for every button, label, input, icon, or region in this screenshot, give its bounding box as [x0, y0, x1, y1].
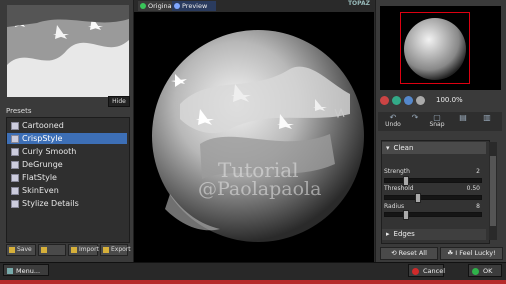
- preset-icon: [11, 134, 19, 143]
- preset-icon: [11, 173, 19, 182]
- save-preset-button[interactable]: Save: [6, 244, 36, 256]
- preset-label: Stylize Details: [22, 199, 79, 208]
- preset-icon: [11, 147, 19, 156]
- preset-item[interactable]: CrispStyle: [7, 133, 127, 144]
- strength-value: 2: [476, 168, 480, 175]
- preset-item[interactable]: Cartooned: [7, 120, 127, 131]
- thumbnail-image: [7, 5, 129, 97]
- export-button[interactable]: Export: [100, 244, 131, 256]
- reset-icon: ⟲: [391, 249, 399, 257]
- snap-icon: ▢: [433, 113, 441, 122]
- snapshot-compare-button[interactable]: ▤: [450, 113, 476, 130]
- zoom-controls: 100.0%: [378, 95, 503, 107]
- bottom-accent-strip: [0, 280, 506, 284]
- tab-preview[interactable]: Preview: [172, 1, 216, 11]
- view-tab-bar: Original Preview TOPAZ: [134, 0, 374, 12]
- cancel-icon: [412, 268, 419, 275]
- reset-all-button[interactable]: ⟲ Reset All: [380, 247, 438, 260]
- preview-image[interactable]: [140, 14, 372, 260]
- clean-section-header[interactable]: ▾ Clean: [382, 142, 486, 154]
- tab-original-label: Original: [148, 2, 174, 10]
- ok-icon: [472, 268, 479, 275]
- preset-toolbar: Save Import Export: [6, 244, 131, 256]
- original-dot-icon: [140, 3, 146, 9]
- radius-label: Radius: [384, 203, 405, 210]
- feel-lucky-label: I Feel Lucky!: [455, 249, 496, 257]
- zoom-in-icon[interactable]: [392, 96, 401, 105]
- preset-list: Cartooned CrispStyle Curly Smooth DeGrunge F…: [6, 117, 130, 243]
- settings-scrollbar-thumb[interactable]: [490, 156, 496, 226]
- undo-toolbar: ↶ Undo ↷ ▢ Snap ▤ ▥: [378, 112, 502, 131]
- menu-label: Menu...: [16, 267, 41, 275]
- preset-item[interactable]: Stylize Details: [7, 198, 127, 209]
- hide-button[interactable]: Hide: [108, 96, 130, 107]
- preset-icon: [11, 199, 19, 208]
- import-label: Import: [79, 246, 99, 253]
- menu-button[interactable]: Menu...: [3, 264, 49, 276]
- moon-artwork: [140, 14, 372, 260]
- threshold-value: 0.50: [466, 185, 480, 192]
- preset-item[interactable]: Curly Smooth: [7, 146, 127, 157]
- zoom-fit-icon[interactable]: [404, 96, 413, 105]
- preset-icon: [11, 186, 19, 195]
- expand-arrow-icon: ▸: [386, 230, 390, 238]
- preset-label: Cartooned: [22, 121, 64, 130]
- preset-item[interactable]: DeGrunge: [7, 159, 127, 170]
- snapshot-list-button[interactable]: ▥: [474, 113, 500, 130]
- feel-lucky-button[interactable]: ☘ I Feel Lucky!: [440, 247, 503, 260]
- edges-section-label: Edges: [393, 230, 415, 238]
- undo-icon: ↶: [389, 113, 397, 122]
- reset-all-label: Reset All: [398, 249, 427, 257]
- edges-section-header[interactable]: ▸ Edges: [382, 229, 486, 240]
- import-button[interactable]: Import: [68, 244, 99, 256]
- cancel-button[interactable]: Cancel: [408, 264, 446, 277]
- threshold-slider[interactable]: [384, 193, 482, 203]
- folder-icon: [41, 247, 47, 253]
- radius-slider[interactable]: [384, 210, 482, 220]
- snap-label: Snap: [429, 121, 445, 128]
- ok-button[interactable]: OK: [468, 264, 502, 277]
- preset-item[interactable]: FlatStyle: [7, 172, 127, 183]
- preset-label: Curly Smooth: [22, 147, 77, 156]
- strength-slider[interactable]: [384, 176, 482, 186]
- export-icon: [103, 247, 109, 253]
- threshold-slider-handle[interactable]: [415, 193, 422, 203]
- preview-dot-icon: [174, 3, 180, 9]
- presets-label: Presets: [6, 107, 32, 115]
- preset-icon: [11, 160, 19, 169]
- preset-label: SkinEven: [22, 186, 59, 195]
- radius-value: 8: [476, 203, 480, 210]
- preset-icon: [11, 121, 19, 130]
- preset-item[interactable]: SkinEven: [7, 185, 127, 196]
- tab-preview-label: Preview: [182, 2, 208, 10]
- zoom-level: 100.0%: [436, 96, 463, 104]
- export-label: Export: [111, 246, 131, 253]
- threshold-label: Threshold: [384, 185, 414, 192]
- undo-label: Undo: [385, 121, 401, 128]
- redo-icon: ↷: [411, 113, 419, 122]
- zoom-actual-icon[interactable]: [416, 96, 425, 105]
- snap-button[interactable]: ▢ Snap: [424, 113, 450, 130]
- save-label: Save: [17, 246, 32, 253]
- compare-icon: ▤: [459, 113, 467, 122]
- import-icon: [71, 247, 77, 253]
- preset-label: DeGrunge: [22, 160, 63, 169]
- collapse-arrow-icon: ▾: [386, 144, 390, 152]
- zoom-out-icon[interactable]: [380, 96, 389, 105]
- cancel-label: Cancel: [423, 267, 446, 275]
- ok-label: OK: [483, 267, 493, 275]
- topaz-logo: TOPAZ: [347, 0, 370, 7]
- preview-thumbnail: [7, 5, 129, 97]
- clean-section-label: Clean: [393, 144, 414, 152]
- navigator-viewport-frame[interactable]: [400, 12, 470, 84]
- list-icon: ▥: [483, 113, 491, 122]
- preset-label: CrispStyle: [22, 134, 63, 143]
- radius-slider-handle[interactable]: [403, 210, 410, 220]
- save-icon: [9, 247, 15, 253]
- strength-label: Strength: [384, 168, 410, 175]
- watermark-line-2: @Paolapaola: [198, 178, 322, 200]
- preset-action-button[interactable]: [38, 244, 66, 256]
- preset-label: FlatStyle: [22, 173, 57, 182]
- menu-icon: [7, 268, 13, 274]
